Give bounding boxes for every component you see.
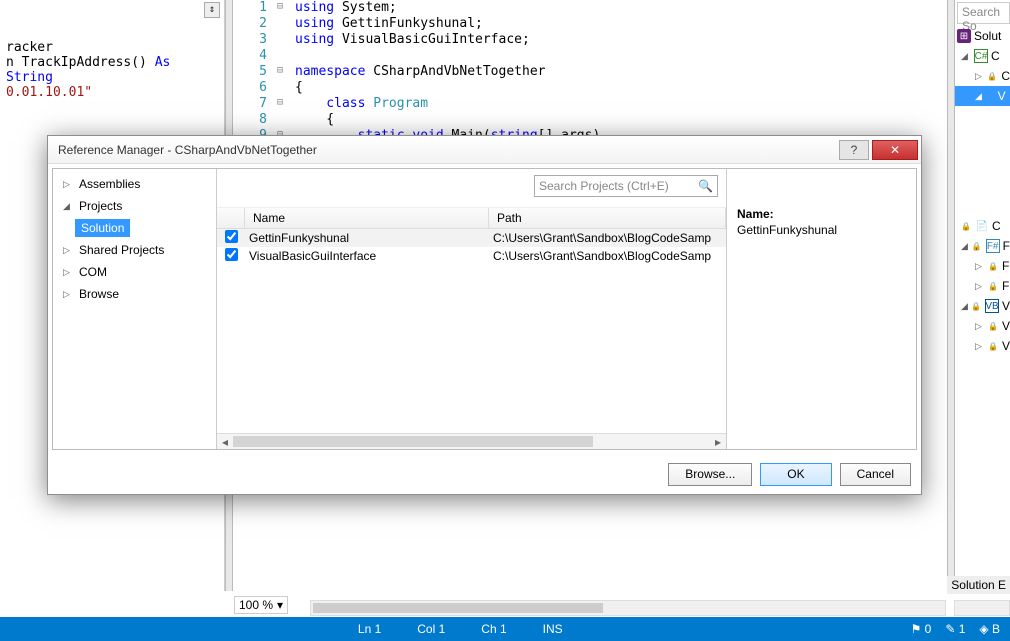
horizontal-scrollbar[interactable] xyxy=(954,600,1010,616)
status-line: Ln 1 xyxy=(358,622,381,636)
tree-item[interactable]: ▷🔒C xyxy=(955,66,1010,86)
expand-icon[interactable]: ◢ xyxy=(961,241,969,252)
tree-item-selected[interactable]: ◢▫▫V xyxy=(955,86,1010,106)
cancel-button[interactable]: Cancel xyxy=(840,463,911,486)
dialog-nav: ▷Assemblies ◢Projects Solution ▷Shared P… xyxy=(53,169,217,449)
chevron-right-icon: ▷ xyxy=(63,289,73,300)
nav-shared-projects[interactable]: ▷Shared Projects xyxy=(53,239,216,261)
fold-minus-icon[interactable]: ⊟ xyxy=(277,97,283,108)
project-row[interactable]: VisualBasicGuiInterface C:\Users\Grant\S… xyxy=(217,247,726,265)
expand-icon[interactable]: ▷ xyxy=(975,281,985,292)
dialog-title: Reference Manager - CSharpAndVbNetTogeth… xyxy=(58,143,839,157)
tree-item[interactable]: ▷🔒F xyxy=(955,276,1010,296)
close-button[interactable]: ✕ xyxy=(872,140,918,160)
list-headers[interactable]: Name Path xyxy=(217,207,726,229)
chevron-right-icon: ▷ xyxy=(63,245,73,256)
header-name[interactable]: Name xyxy=(245,208,489,228)
detail-name-label: Name: xyxy=(737,207,906,221)
scroll-left-icon[interactable]: ◂ xyxy=(217,434,233,449)
expand-icon[interactable]: ▷ xyxy=(975,261,985,272)
chevron-down-icon: ▾ xyxy=(277,598,283,612)
status-ins[interactable]: INS xyxy=(543,622,563,636)
lock-icon: 🔒 xyxy=(987,72,997,81)
project-row[interactable]: GettinFunkyshunal C:\Users\Grant\Sandbox… xyxy=(217,229,726,247)
csharp-icon: C# xyxy=(974,49,988,63)
tree-item[interactable]: ▷🔒V xyxy=(955,316,1010,336)
expand-icon[interactable]: ◢ xyxy=(961,301,968,312)
browse-button[interactable]: Browse... xyxy=(668,463,752,486)
solution-search-input[interactable]: Search So xyxy=(957,2,1010,24)
search-icon: 🔍 xyxy=(698,179,713,193)
lock-icon: 🔒 xyxy=(988,282,998,291)
expand-icon[interactable]: ▷ xyxy=(975,71,984,82)
status-col: Col 1 xyxy=(417,622,445,636)
lock-icon: 🔒 xyxy=(961,222,971,231)
horizontal-scrollbar[interactable] xyxy=(310,600,946,616)
lock-icon: 🔒 xyxy=(988,322,998,331)
project-node[interactable]: 🔒📄C xyxy=(955,216,1010,236)
expand-both-icon[interactable]: ⇕ xyxy=(204,2,220,18)
project-node[interactable]: ◢🔒F#F xyxy=(955,236,1010,256)
row-checkbox[interactable] xyxy=(225,230,238,243)
tree-item[interactable]: ▷🔒F xyxy=(955,256,1010,276)
dialog-titlebar[interactable]: Reference Manager - CSharpAndVbNetTogeth… xyxy=(48,136,921,164)
project-node[interactable]: ◢🔒VBV xyxy=(955,296,1010,316)
chevron-down-icon: ◢ xyxy=(63,201,73,212)
project-node[interactable]: ◢C#C xyxy=(955,46,1010,66)
detail-name-value: GettinFunkyshunal xyxy=(737,223,906,237)
search-projects-input[interactable]: Search Projects (Ctrl+E) 🔍 xyxy=(534,175,718,197)
reference-manager-dialog: Reference Manager - CSharpAndVbNetTogeth… xyxy=(47,135,922,495)
solution-node[interactable]: ⊞Solut xyxy=(955,26,1010,46)
solution-explorer-tab[interactable]: Solution E xyxy=(947,576,1010,594)
expand-icon[interactable]: ▷ xyxy=(975,341,985,352)
lock-icon: 🔒 xyxy=(971,302,981,311)
ok-button[interactable]: OK xyxy=(760,463,831,486)
zoom-combo[interactable]: 100 %▾ xyxy=(234,596,288,614)
header-path[interactable]: Path xyxy=(489,208,726,228)
status-edit-icon[interactable]: ✎ 1 xyxy=(945,622,965,636)
help-button[interactable]: ? xyxy=(839,140,869,160)
fsharp-icon: F# xyxy=(986,239,1000,253)
lock-icon: 🔒 xyxy=(972,242,982,251)
chevron-right-icon: ▷ xyxy=(63,267,73,278)
lock-icon: 🔒 xyxy=(988,342,998,351)
status-flag-icon[interactable]: ⚑ 0 xyxy=(911,622,932,636)
nav-com[interactable]: ▷COM xyxy=(53,261,216,283)
vertical-splitter[interactable] xyxy=(947,0,955,591)
chevron-right-icon: ▷ xyxy=(63,179,73,190)
solution-icon: ⊞ xyxy=(957,29,971,43)
status-bar: Ln 1 Col 1 Ch 1 INS ⚑ 0 ✎ 1 ◈ B xyxy=(0,617,1010,641)
expand-icon[interactable]: ◢ xyxy=(961,51,971,62)
code-content[interactable]: using System; using GettinFunkyshunal; u… xyxy=(295,0,947,144)
solution-explorer-pane: Search So ⊞Solut ◢C#C ▷🔒C ◢▫▫V 🔒📄C ◢🔒F#F… xyxy=(955,0,1010,591)
nav-browse[interactable]: ▷Browse xyxy=(53,283,216,305)
nav-assemblies[interactable]: ▷Assemblies xyxy=(53,173,216,195)
nav-solution[interactable]: Solution xyxy=(75,219,130,237)
detail-panel: Name: GettinFunkyshunal xyxy=(726,169,916,449)
scroll-right-icon[interactable]: ▸ xyxy=(710,434,726,449)
references-icon: ▫▫ xyxy=(988,92,994,101)
list-horizontal-scrollbar[interactable]: ◂ ▸ xyxy=(217,433,726,449)
expand-icon[interactable]: ◢ xyxy=(975,91,985,102)
status-b-icon[interactable]: ◈ B xyxy=(979,622,1000,636)
nav-projects[interactable]: ◢Projects xyxy=(53,195,216,217)
tree-item[interactable]: ▷🔒V xyxy=(955,336,1010,356)
file-icon: 📄 xyxy=(975,219,989,233)
expand-icon[interactable]: ▷ xyxy=(975,321,985,332)
vb-icon: VB xyxy=(985,299,999,313)
lock-icon: 🔒 xyxy=(988,262,998,271)
row-checkbox[interactable] xyxy=(225,248,238,261)
projects-list: Search Projects (Ctrl+E) 🔍 Name Path Get… xyxy=(217,169,726,449)
fold-minus-icon[interactable]: ⊟ xyxy=(277,1,283,12)
fold-minus-icon[interactable]: ⊟ xyxy=(277,65,283,76)
status-ch: Ch 1 xyxy=(481,622,506,636)
